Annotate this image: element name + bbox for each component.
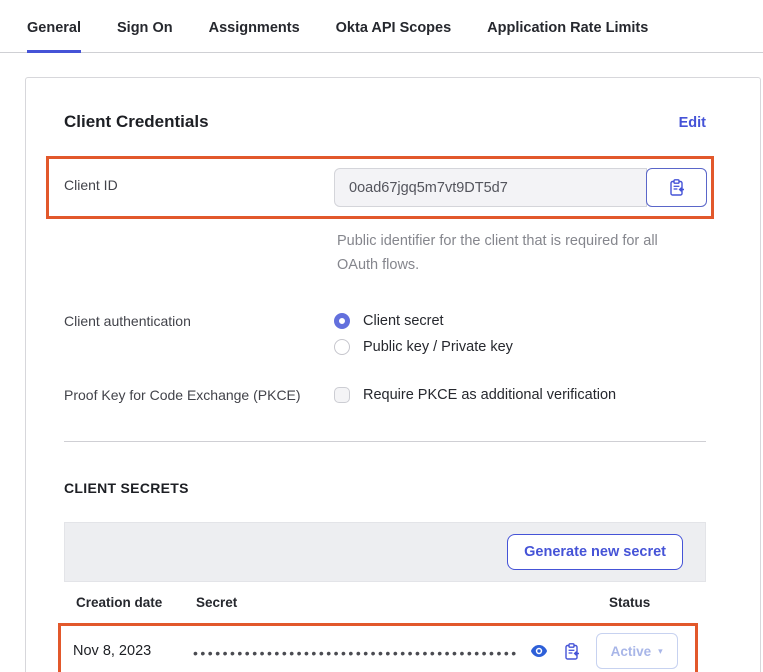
secret-status-dropdown[interactable]: Active ▾: [596, 633, 678, 669]
tab-sign-on[interactable]: Sign On: [117, 14, 173, 53]
clipboard-copy-icon: [562, 642, 581, 661]
eye-icon: [530, 644, 548, 658]
client-id-field-group: 0oad67jgq5m7vt9DT5d7: [334, 168, 707, 207]
section-title: Client Credentials: [64, 112, 209, 132]
clipboard-copy-icon: [667, 178, 686, 197]
pkce-checkbox-label: Require PKCE as additional verification: [363, 387, 616, 403]
client-id-highlight-box: Client ID 0oad67jgq5m7vt9DT5d7: [46, 156, 714, 219]
app-tabbar: General Sign On Assignments Okta API Sco…: [0, 0, 763, 53]
column-header-creation-date: Creation date: [76, 595, 196, 610]
section-divider: [64, 441, 706, 442]
client-id-value-field[interactable]: 0oad67jgq5m7vt9DT5d7: [334, 168, 647, 207]
chevron-down-icon: ▾: [658, 647, 663, 656]
client-id-help-row: Public identifier for the client that is…: [64, 219, 706, 277]
client-id-label: Client ID: [64, 168, 334, 193]
tab-assignments[interactable]: Assignments: [209, 14, 300, 53]
column-header-status: Status: [598, 595, 694, 610]
client-authentication-row: Client authentication Client secret Publ…: [64, 311, 706, 355]
radio-option-public-private-key[interactable]: Public key / Private key: [334, 339, 706, 355]
status-label: Active: [611, 644, 652, 659]
secrets-table-header: Creation date Secret Status: [64, 582, 706, 623]
client-credentials-card: Client Credentials Edit Client ID 0oad67…: [25, 77, 761, 672]
client-authentication-options: Client secret Public key / Private key: [334, 311, 706, 355]
tab-okta-api-scopes[interactable]: Okta API Scopes: [336, 14, 452, 53]
pkce-label: Proof Key for Code Exchange (PKCE): [64, 385, 334, 403]
radio-unselected-icon[interactable]: [334, 339, 350, 355]
tab-general[interactable]: General: [27, 14, 81, 53]
edit-link[interactable]: Edit: [679, 115, 706, 131]
secret-creation-date: Nov 8, 2023: [73, 643, 193, 659]
column-header-secret: Secret: [196, 595, 554, 610]
pkce-row: Proof Key for Code Exchange (PKCE) Requi…: [64, 385, 706, 403]
secret-masked-cell: ••••••••••••••••••••••••••••••••••••••••…: [193, 642, 550, 660]
radio-option-client-secret[interactable]: Client secret: [334, 313, 706, 329]
copy-client-id-button[interactable]: [646, 168, 707, 207]
secret-masked-value: ••••••••••••••••••••••••••••••••••••••••…: [193, 643, 519, 660]
secret-table-row: Nov 8, 2023 ••••••••••••••••••••••••••••…: [61, 626, 695, 672]
client-authentication-label: Client authentication: [64, 311, 334, 329]
radio-selected-icon[interactable]: [334, 313, 350, 329]
pkce-checkbox-option[interactable]: Require PKCE as additional verification: [334, 385, 706, 403]
copy-secret-button[interactable]: [550, 640, 594, 663]
client-secrets-title: CLIENT SECRETS: [64, 480, 706, 496]
checkbox-unchecked-icon[interactable]: [334, 387, 350, 403]
secrets-table-toolbar: Generate new secret: [64, 522, 706, 582]
client-credentials-header: Client Credentials Edit: [64, 112, 706, 132]
generate-new-secret-button[interactable]: Generate new secret: [507, 534, 683, 570]
reveal-secret-button[interactable]: [528, 642, 550, 660]
client-id-help-text: Public identifier for the client that is…: [337, 229, 677, 277]
tab-application-rate-limits[interactable]: Application Rate Limits: [487, 14, 648, 53]
radio-option-label: Client secret: [363, 313, 444, 329]
client-id-row: Client ID 0oad67jgq5m7vt9DT5d7: [64, 168, 705, 207]
radio-option-label: Public key / Private key: [363, 339, 513, 355]
client-secrets-table: Generate new secret Creation date Secret…: [64, 522, 706, 672]
secret-row-highlight-box: Nov 8, 2023 ••••••••••••••••••••••••••••…: [58, 623, 698, 672]
